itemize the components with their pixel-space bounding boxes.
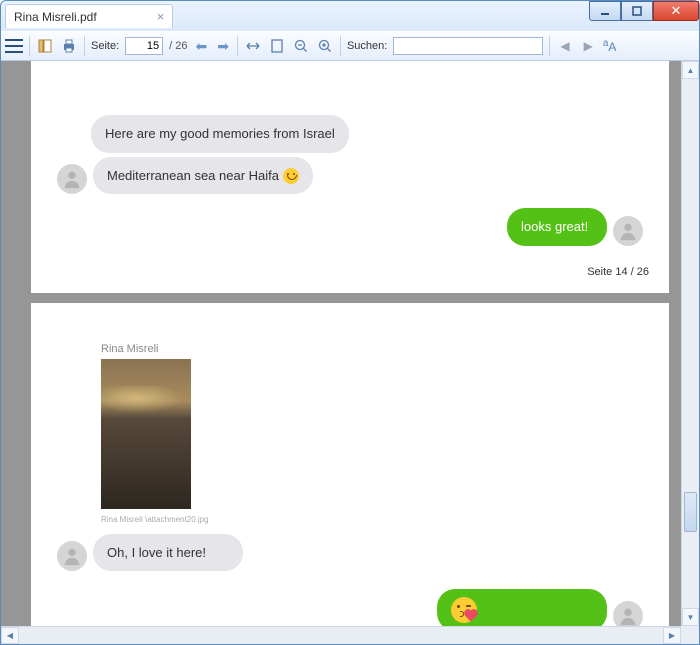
divider <box>84 36 85 56</box>
chat-row <box>51 589 649 631</box>
page-label: Seite: <box>91 40 119 52</box>
chat-bubble-incoming: Oh, I love it here! <box>93 534 243 572</box>
message-text: looks great! <box>521 219 588 234</box>
divider <box>549 36 550 56</box>
chat-row: Mediterranean sea near Haifa <box>51 157 649 195</box>
menu-icon[interactable] <box>5 39 23 53</box>
message-text: Oh, I love it here! <box>107 545 206 560</box>
page-number-input[interactable] <box>125 37 163 55</box>
divider <box>29 36 30 56</box>
sender-name: Rina Misreli <box>101 343 649 355</box>
chat-bubble-outgoing <box>437 589 607 631</box>
avatar-icon <box>57 541 87 571</box>
chat-bubble-incoming: Mediterranean sea near Haifa <box>93 157 313 195</box>
fit-page-icon[interactable] <box>268 37 286 55</box>
vertical-scrollbar[interactable]: ▲ ▼ <box>681 61 699 626</box>
zoom-in-icon[interactable] <box>316 37 334 55</box>
attachment-caption: Rina Misreli \attachment20.jpg <box>101 515 649 524</box>
print-icon[interactable] <box>60 37 78 55</box>
scroll-right-icon[interactable]: ▶ <box>663 627 681 644</box>
scroll-track[interactable] <box>682 79 699 608</box>
attachment-image <box>101 359 191 509</box>
smile-emoji-icon <box>283 168 299 184</box>
tab-title: Rina Misreli.pdf <box>14 10 97 24</box>
zoom-out-icon[interactable] <box>292 37 310 55</box>
fit-width-icon[interactable] <box>244 37 262 55</box>
search-input[interactable] <box>393 37 543 55</box>
minimize-button[interactable] <box>589 1 621 21</box>
message-text: Here are my good memories from Israel <box>105 126 335 141</box>
page-footer: Seite 14 / 26 <box>51 266 649 278</box>
document-tab[interactable]: Rina Misreli.pdf × <box>5 4 173 28</box>
chat-row: Oh, I love it here! <box>51 534 649 572</box>
avatar-icon <box>57 164 87 194</box>
document-viewport: Here are my good memories from Israel Me… <box>1 61 699 644</box>
titlebar[interactable]: Rina Misreli.pdf × ✕ <box>1 1 699 31</box>
pdf-page-14: Here are my good memories from Israel Me… <box>31 61 669 293</box>
scroll-corner <box>681 626 699 644</box>
tab-close-icon[interactable]: × <box>157 9 165 24</box>
chat-bubble-incoming: Here are my good memories from Israel <box>91 115 349 153</box>
close-button[interactable]: ✕ <box>653 1 699 21</box>
message-text: Mediterranean sea near Haifa <box>107 168 283 183</box>
scroll-up-icon[interactable]: ▲ <box>682 61 699 79</box>
avatar-icon <box>613 216 643 246</box>
search-prev-icon[interactable]: ◀ <box>556 39 573 53</box>
maximize-button[interactable] <box>621 1 653 21</box>
prev-page-icon[interactable]: ⬅ <box>194 38 210 55</box>
page-total: / 26 <box>169 40 187 52</box>
scroll-down-icon[interactable]: ▼ <box>682 608 699 626</box>
window-controls: ✕ <box>589 1 699 21</box>
kiss-emoji-icon <box>451 597 477 623</box>
divider <box>340 36 341 56</box>
chat-row: Here are my good memories from Israel <box>91 115 649 153</box>
chat-bubble-outgoing: looks great! <box>507 208 607 246</box>
sidebar-toggle-icon[interactable] <box>36 37 54 55</box>
match-case-icon[interactable]: aA <box>603 38 617 54</box>
pdf-page-15: Rina Misreli Rina Misreli \attachment20.… <box>31 303 669 644</box>
document-scroll[interactable]: Here are my good memories from Israel Me… <box>1 61 699 644</box>
divider <box>237 36 238 56</box>
attachment <box>101 359 649 509</box>
next-page-icon[interactable]: ➡ <box>215 38 231 55</box>
search-next-icon[interactable]: ▶ <box>580 39 597 53</box>
scroll-track[interactable] <box>19 627 663 644</box>
scroll-left-icon[interactable]: ◀ <box>1 627 19 644</box>
chat-row: looks great! <box>51 208 649 246</box>
search-label: Suchen: <box>347 40 387 52</box>
app-window: Rina Misreli.pdf × ✕ Seite: / 26 ⬅ ➡ <box>0 0 700 645</box>
horizontal-scrollbar[interactable]: ◀ ▶ <box>1 626 681 644</box>
toolbar: Seite: / 26 ⬅ ➡ Suchen: ◀ ▶ aA <box>1 31 699 61</box>
scroll-thumb[interactable] <box>684 492 697 532</box>
